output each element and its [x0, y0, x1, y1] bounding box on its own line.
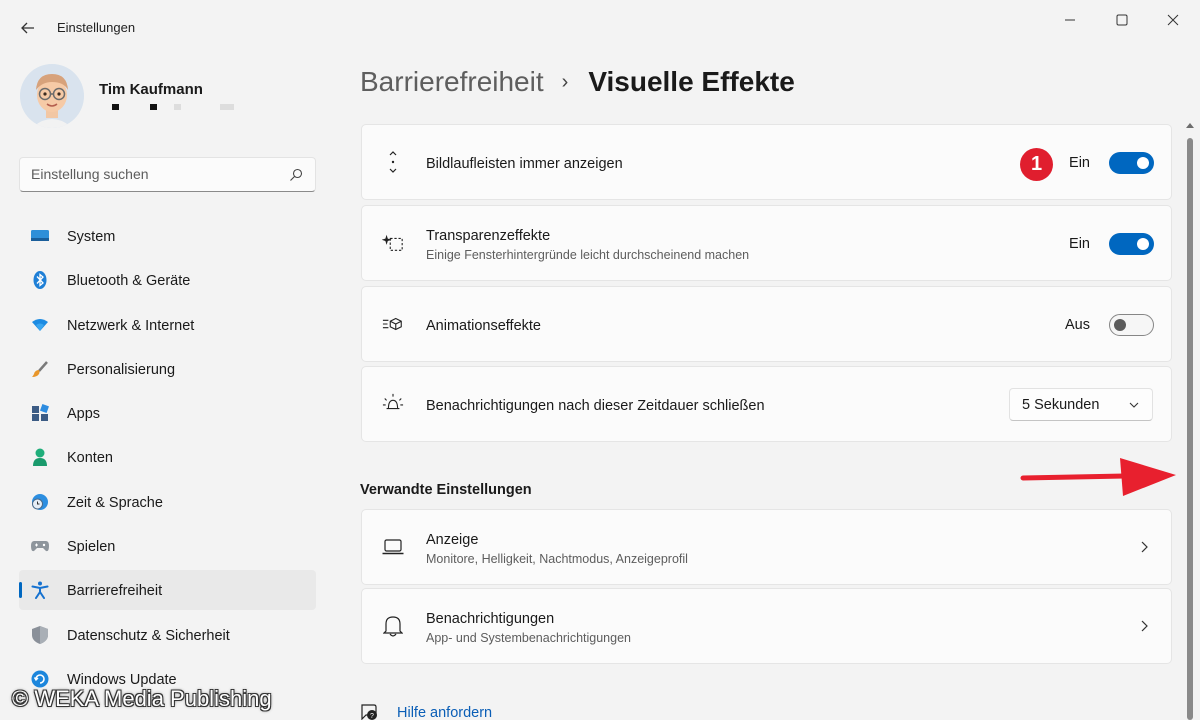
- sun-bell-icon: [382, 393, 404, 415]
- related-item-notifications[interactable]: Benachrichtigungen App- und Systembenach…: [361, 588, 1172, 664]
- related-item-subtitle: App- und Systembenachrichtigungen: [426, 631, 631, 645]
- sidebar-item-label: Datenschutz & Sicherheit: [67, 627, 230, 644]
- sidebar-item-label: System: [67, 229, 116, 245]
- bell-icon: [382, 615, 404, 637]
- avatar: [20, 64, 84, 128]
- sidebar-item-system[interactable]: System: [19, 216, 316, 256]
- user-email-redacted: [112, 104, 234, 114]
- breadcrumb-parent[interactable]: Barrierefreiheit: [360, 66, 544, 98]
- wifi-icon: [31, 316, 49, 334]
- sidebar-item-label: Spielen: [67, 539, 116, 556]
- sidebar-item-privacy-security[interactable]: Datenschutz & Sicherheit: [19, 615, 316, 655]
- chevron-down-icon: [1129, 402, 1139, 408]
- sidebar-item-label: Netzwerk & Internet: [67, 317, 195, 334]
- title-bar: Einstellungen: [0, 0, 1200, 56]
- help-link-label[interactable]: Hilfe anfordern: [397, 705, 492, 720]
- transparency-toggle[interactable]: [1109, 233, 1154, 255]
- settings-search[interactable]: [19, 157, 316, 192]
- sidebar-item-label: Personalisierung: [67, 361, 176, 378]
- sidebar-item-network[interactable]: Netzwerk & Internet: [19, 305, 316, 345]
- timeout-dropdown[interactable]: 5 Sekunden: [1009, 388, 1153, 421]
- related-settings-heading: Verwandte Einstellungen: [360, 482, 532, 498]
- apps-icon: [31, 404, 49, 422]
- sidebar-item-gaming[interactable]: Spielen: [19, 526, 316, 566]
- setting-title: Transparenzeffekte: [426, 228, 551, 244]
- transparency-sparkle-icon: [382, 232, 404, 254]
- help-link[interactable]: ? Hilfe anfordern: [360, 703, 492, 720]
- sidebar-item-apps[interactable]: Apps: [19, 393, 316, 433]
- annotation-badge: 1: [1020, 148, 1053, 181]
- bluetooth-icon: [31, 271, 49, 290]
- setting-title: Bildlaufleisten immer anzeigen: [426, 156, 623, 172]
- related-item-display[interactable]: Anzeige Monitore, Helligkeit, Nachtmodus…: [361, 509, 1172, 585]
- minimize-button[interactable]: [1047, 6, 1093, 34]
- app-title: Einstellungen: [57, 20, 136, 35]
- related-item-title: Benachrichtigungen: [426, 611, 555, 627]
- maximize-button[interactable]: [1099, 6, 1145, 34]
- sidebar-item-accounts[interactable]: Konten: [19, 437, 316, 477]
- scrollbar-thumb[interactable]: [1187, 138, 1193, 720]
- related-item-title: Anzeige: [426, 532, 479, 548]
- minimize-icon: [1065, 19, 1075, 21]
- system-icon: [31, 227, 49, 245]
- close-icon: [1167, 14, 1179, 26]
- svg-text:?: ?: [370, 713, 374, 720]
- sidebar-nav: System Bluetooth & Geräte Netzwerk & Int…: [19, 216, 316, 703]
- back-button[interactable]: [14, 14, 42, 42]
- setting-title: Animationseffekte: [426, 318, 541, 334]
- sidebar-item-bluetooth[interactable]: Bluetooth & Geräte: [19, 260, 316, 300]
- sidebar-item-label: Apps: [67, 406, 101, 423]
- chevron-right-icon: [1141, 620, 1148, 632]
- animation-icon: [382, 313, 404, 335]
- help-chat-icon: ?: [361, 704, 377, 720]
- setting-title: Benachrichtigungen nach dieser Zeitdauer…: [426, 398, 765, 414]
- laptop-icon: [382, 536, 404, 558]
- sidebar-item-label: Konten: [67, 450, 113, 467]
- user-name: Tim Kaufmann: [99, 81, 203, 98]
- sidebar-item-label: Zeit & Sprache: [67, 494, 163, 511]
- breadcrumb: Barrierefreiheit › Visuelle Effekte: [360, 66, 795, 98]
- setting-card-notification-timeout: Benachrichtigungen nach dieser Zeitdauer…: [361, 366, 1172, 442]
- toggle-state-label: Aus: [1065, 317, 1090, 333]
- maximize-icon: [1116, 14, 1128, 26]
- page-title: Visuelle Effekte: [588, 66, 795, 97]
- sidebar-item-time-language[interactable]: Zeit & Sprache: [19, 482, 316, 522]
- dropdown-value: 5 Sekunden: [1022, 397, 1100, 413]
- setting-card-animation: Animationseffekte Aus: [361, 286, 1172, 362]
- close-button[interactable]: [1150, 6, 1196, 34]
- sidebar-item-personalization[interactable]: Personalisierung: [19, 349, 316, 389]
- clock-globe-icon: [31, 493, 49, 511]
- back-arrow-icon: [21, 22, 34, 34]
- scroll-up-arrow-icon[interactable]: [1185, 120, 1195, 130]
- toggle-state-label: Ein: [1069, 155, 1090, 171]
- shield-icon: [31, 625, 49, 644]
- animation-toggle[interactable]: [1109, 314, 1154, 336]
- sidebar-item-accessibility[interactable]: Barrierefreiheit: [19, 570, 316, 611]
- gamepad-icon: [31, 537, 49, 555]
- scrollbar-arrows-icon: [382, 151, 404, 173]
- search-input[interactable]: [31, 166, 281, 182]
- breadcrumb-separator-icon: ›: [561, 70, 569, 93]
- setting-card-scrollbars: Bildlaufleisten immer anzeigen 1 Ein: [361, 124, 1172, 200]
- memoji-avatar-icon: [20, 64, 84, 128]
- sidebar-item-label: Barrierefreiheit: [67, 583, 163, 600]
- toggle-state-label: Ein: [1069, 236, 1090, 252]
- brush-icon: [31, 360, 49, 378]
- watermark: © WEKA Media Publishing: [12, 686, 272, 711]
- accessibility-icon: [31, 581, 49, 600]
- annotation-arrow-icon: [1020, 458, 1176, 496]
- sidebar-item-label: Bluetooth & Geräte: [67, 273, 191, 290]
- account-icon: [31, 448, 49, 467]
- related-item-subtitle: Monitore, Helligkeit, Nachtmodus, Anzeig…: [426, 552, 688, 566]
- setting-subtitle: Einige Fensterhintergründe leicht durchs…: [426, 248, 750, 262]
- scrollbars-toggle[interactable]: [1109, 152, 1154, 174]
- chevron-right-icon: [1141, 541, 1148, 553]
- search-icon[interactable]: [289, 168, 303, 182]
- setting-card-transparency: Transparenzeffekte Einige Fensterhinterg…: [361, 205, 1172, 281]
